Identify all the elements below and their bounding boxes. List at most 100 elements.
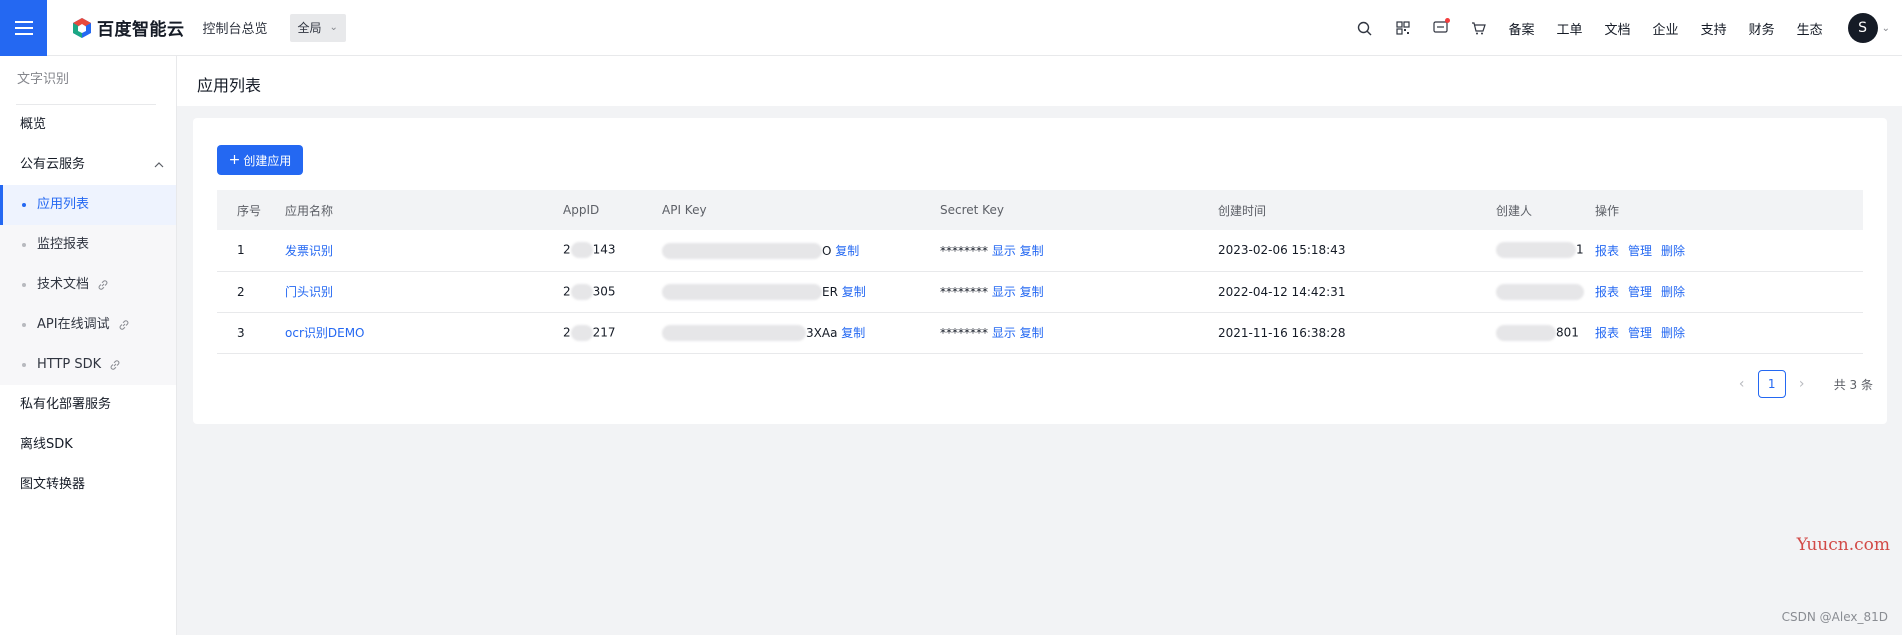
- create-app-label: 创建应用: [243, 153, 292, 168]
- copy-secret-link[interactable]: 复制: [1020, 326, 1044, 340]
- total-count: 共 3 条: [1833, 377, 1873, 392]
- copy-apikey-link[interactable]: 复制: [841, 326, 865, 340]
- manage-link[interactable]: 管理: [1628, 244, 1652, 258]
- sidebar-item-label: 应用列表: [37, 197, 90, 212]
- chevron-down-icon[interactable]: ⌄: [1882, 23, 1890, 34]
- nav-link-support[interactable]: 支持: [1701, 19, 1727, 38]
- app-name-link[interactable]: ocr识别DEMO: [285, 326, 365, 340]
- delete-link[interactable]: 删除: [1661, 326, 1685, 340]
- menu-icon[interactable]: [0, 0, 47, 56]
- cell-apikey: O 复制: [652, 230, 930, 272]
- sidebar-item-private-deploy[interactable]: 私有化部署服务: [0, 385, 176, 425]
- copy-apikey-link[interactable]: 复制: [835, 244, 859, 258]
- redacted-mask: [1496, 324, 1556, 341]
- external-link-icon: [118, 319, 130, 331]
- col-header-appid: AppID: [553, 190, 652, 230]
- appid-prefix: 2: [563, 325, 571, 339]
- secret-value: ********: [940, 285, 988, 299]
- external-link-icon: [97, 279, 109, 291]
- cell-appid: 2 143: [553, 230, 652, 272]
- redacted-mask: [570, 242, 593, 259]
- sidebar-item-label: 技术文档: [37, 277, 90, 292]
- nav-link-docs[interactable]: 文档: [1605, 19, 1631, 38]
- apikey-suffix: O: [822, 243, 832, 258]
- cell-creator: 801: [1486, 312, 1585, 354]
- show-secret-link[interactable]: 显示: [992, 244, 1016, 258]
- col-header-apikey: API Key: [652, 190, 930, 230]
- secret-value: ********: [940, 243, 988, 258]
- prev-page-icon[interactable]: ‹: [1726, 376, 1758, 392]
- delete-link[interactable]: 删除: [1661, 244, 1685, 258]
- cart-icon[interactable]: [1460, 21, 1498, 35]
- cell-secretkey: ******** 显示 复制: [930, 271, 1208, 313]
- nav-link-ecosystem[interactable]: 生态: [1797, 19, 1823, 38]
- appid-suffix: 305: [592, 284, 616, 298]
- sidebar-item-tech-docs[interactable]: 技术文档: [0, 265, 176, 305]
- sidebar-item-label: HTTP SDK: [37, 357, 102, 372]
- cell-actions: 报表 管理 删除: [1585, 230, 1863, 272]
- page-header: 应用列表: [177, 56, 1902, 106]
- nav-link-finance[interactable]: 财务: [1749, 19, 1775, 38]
- search-icon[interactable]: [1346, 21, 1384, 36]
- avatar[interactable]: S: [1847, 13, 1878, 43]
- app-list-card: + 创建应用 序号 应用名称 AppID API Key Secret Key …: [193, 118, 1887, 424]
- col-header-secretkey: Secret Key: [930, 190, 1208, 230]
- cell-appid: 2 217: [553, 312, 652, 354]
- cell-created: 2021-11-16 16:38:28: [1208, 312, 1486, 354]
- sidebar-item-app-list[interactable]: 应用列表: [0, 185, 176, 225]
- sidebar-item-overview[interactable]: 概览: [0, 105, 176, 145]
- table-row: 1 发票识别 2 143 O 复制 ******** 显示 复制 2023-02-…: [217, 230, 1863, 272]
- chevron-down-icon: ⌄: [329, 22, 338, 33]
- top-right-toolbar: 备案 工单 文档 企业 支持 财务 生态 S ⌄: [1346, 0, 1890, 56]
- next-page-icon[interactable]: ›: [1786, 376, 1818, 392]
- qrcode-icon[interactable]: [1384, 21, 1422, 35]
- sidebar-item-offline-sdk[interactable]: 离线SDK: [0, 425, 176, 465]
- watermark-site: Yuucn.com: [1796, 535, 1890, 555]
- col-header-created: 创建时间: [1208, 190, 1486, 230]
- apikey-suffix: 3XAa: [806, 325, 838, 340]
- cell-creator: [1486, 271, 1585, 313]
- message-icon[interactable]: [1422, 18, 1460, 35]
- app-name-link[interactable]: 门头识别: [285, 285, 333, 299]
- report-link[interactable]: 报表: [1595, 285, 1619, 299]
- logo[interactable]: 百度智能云: [71, 15, 185, 40]
- app-name-link[interactable]: 发票识别: [285, 244, 333, 258]
- sidebar-group-public-cloud[interactable]: 公有云服务: [0, 145, 176, 185]
- appid-prefix: 2: [563, 242, 571, 257]
- nav-link-beian[interactable]: 备案: [1509, 19, 1535, 38]
- redacted-mask: [662, 325, 806, 342]
- manage-link[interactable]: 管理: [1628, 285, 1652, 299]
- report-link[interactable]: 报表: [1595, 244, 1619, 258]
- secret-value: ********: [940, 326, 988, 340]
- manage-link[interactable]: 管理: [1628, 326, 1652, 340]
- sidebar-item-http-sdk[interactable]: HTTP SDK: [0, 345, 176, 385]
- region-select[interactable]: 全局 ⌄: [289, 13, 346, 42]
- redacted-mask: [1496, 283, 1584, 300]
- report-link[interactable]: 报表: [1595, 326, 1619, 340]
- console-overview-link[interactable]: 控制台总览: [203, 18, 268, 37]
- page-number-current[interactable]: 1: [1757, 370, 1786, 398]
- copy-apikey-link[interactable]: 复制: [842, 285, 866, 299]
- create-app-button[interactable]: + 创建应用: [217, 145, 303, 175]
- delete-link[interactable]: 删除: [1661, 285, 1685, 299]
- cell-name: 发票识别: [275, 230, 553, 272]
- copy-secret-link[interactable]: 复制: [1020, 285, 1044, 299]
- sidebar-item-api-debug[interactable]: API在线调试: [0, 305, 176, 345]
- nav-link-ticket[interactable]: 工单: [1557, 19, 1583, 38]
- bullet: [22, 243, 26, 247]
- sidebar-item-converter[interactable]: 图文转换器: [0, 465, 176, 505]
- show-secret-link[interactable]: 显示: [992, 326, 1016, 340]
- sidebar-title: 文字识别: [17, 72, 70, 87]
- nav-link-enterprise[interactable]: 企业: [1653, 19, 1679, 38]
- copy-secret-link[interactable]: 复制: [1020, 244, 1044, 258]
- table-row: 3 ocr识别DEMO 2 217 3XAa 复制 ******** 显示 复制 …: [217, 312, 1863, 354]
- logo-icon: [73, 17, 91, 38]
- chevron-up-icon: [154, 162, 164, 168]
- cell-appid: 2 305: [553, 271, 652, 313]
- bullet: [22, 283, 26, 287]
- sidebar-item-monitor-report[interactable]: 监控报表: [0, 225, 176, 265]
- appid-suffix: 217: [592, 325, 616, 339]
- redacted-mask: [662, 284, 822, 301]
- show-secret-link[interactable]: 显示: [992, 285, 1016, 299]
- notification-dot: [1444, 18, 1450, 23]
